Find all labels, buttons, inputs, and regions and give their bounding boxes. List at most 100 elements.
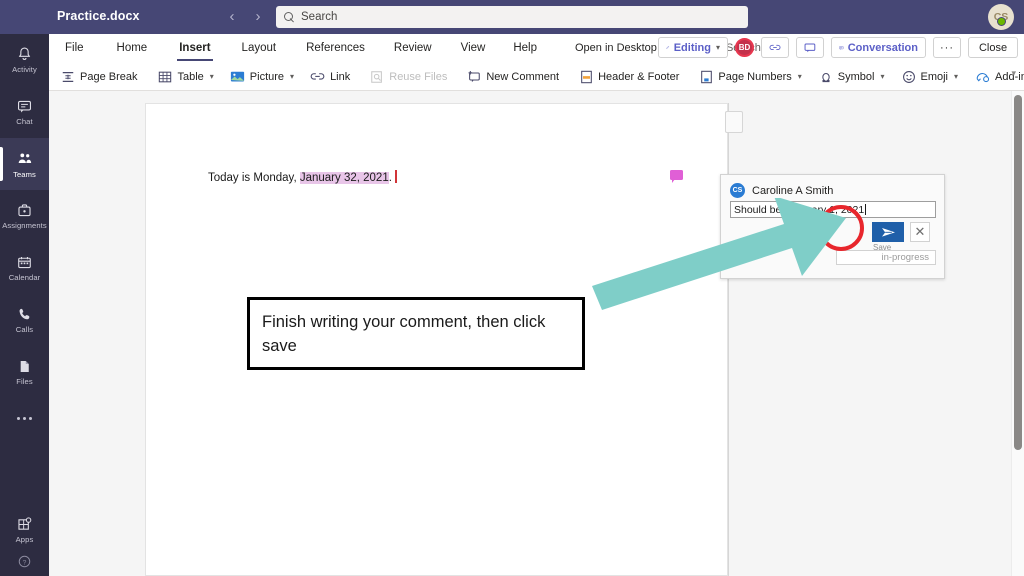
picture-icon [230,71,244,82]
avatar[interactable]: CS [988,4,1014,30]
coauthor-avatar[interactable]: BD [735,38,754,57]
page-numbers-label: Page Numbers [718,70,792,83]
tab-home[interactable]: Home [117,42,148,55]
emoji-button[interactable]: Emoji ▾ [902,70,959,84]
teams-icon [18,153,31,163]
table-button[interactable]: Table ▾ [158,70,214,84]
scrollbar-track[interactable] [1011,91,1024,576]
reuse-files-label: Reuse Files [389,70,448,83]
editing-label: Editing [673,41,711,54]
sidebar-more-options[interactable] [0,398,49,438]
global-search-input[interactable]: Search [276,6,748,28]
link-label: Link [330,70,351,83]
emoji-icon [902,70,915,83]
back-icon[interactable]: ‹ [225,8,239,25]
files-icon [20,360,29,373]
page-break-icon [62,71,74,82]
page-numbers-button[interactable]: Page Numbers ▾ [700,70,802,84]
forward-icon[interactable]: › [251,8,265,25]
tab-insert[interactable]: Insert [177,42,213,61]
sidebar-item-files[interactable]: Files [0,346,49,398]
conversation-icon [839,45,844,50]
symbol-button[interactable]: Symbol ▾ [819,70,885,84]
link-button[interactable]: Link [310,71,350,83]
chevron-down-icon: ▾ [954,72,959,81]
sidebar-item-label: Assignments [2,221,47,230]
sidebar-item-calls[interactable]: Calls [0,294,49,346]
sidebar-item-label: Chat [16,117,33,126]
sidebar-item-assignments[interactable]: Assignments [0,190,49,242]
save-comment-button[interactable] [872,222,904,242]
sidebar-item-label: Calls [15,325,34,334]
document-text-before: Today is Monday, [208,172,300,184]
coauthor-initials: BD [738,43,751,52]
assignments-icon [18,204,31,217]
reuse-files-icon [371,70,383,83]
sidebar-item-calendar[interactable]: Calendar [0,242,49,294]
sidebar-item-chat[interactable]: Chat [0,86,49,138]
search-placeholder: Search [301,11,338,23]
title-bar: Practice.docx ‹ › Search CS [0,0,1024,34]
document-paragraph[interactable]: Today is Monday, January 32, 2021. [208,170,397,184]
comment-icon [804,42,816,52]
reuse-files-button: Reuse Files [370,70,447,84]
header-footer-button[interactable]: Header & Footer [580,70,679,84]
help-icon: ? [18,555,31,568]
tab-file[interactable]: File [65,42,84,55]
sidebar-item-activity[interactable]: Activity [0,34,49,86]
comment-balloon-icon[interactable] [670,170,683,183]
tab-view[interactable]: View [461,42,486,55]
teams-word-window: Practice.docx ‹ › Search CS Activity [0,0,1024,576]
dot [29,416,32,420]
annotation-arrow [592,198,846,310]
ribbon-commands: Page Break Table ▾ Picture ▾ Link Reuse … [49,62,1024,91]
search-icon [284,11,295,23]
editing-mode-button[interactable]: Editing ▾ [658,37,728,58]
sidebar-item-teams[interactable]: Teams [0,138,49,190]
document-text-highlighted: January 32, 2021 [299,172,389,184]
header-footer-label: Header & Footer [598,70,680,83]
bell-icon [18,47,31,60]
comment-author-row: CS Caroline A Smith [730,183,833,198]
left-rail: Activity Chat Teams Assignments Calendar… [0,34,49,576]
tab-references[interactable]: References [306,42,365,55]
comments-pane-toggle-button[interactable] [725,111,743,133]
document-canvas: Today is Monday, January 32, 2021. CS Ca… [49,91,1024,576]
page-break-button[interactable]: Page Break [61,70,137,84]
avatar: CS [730,183,745,198]
avatar-initials: CS [732,187,743,194]
cancel-comment-button[interactable]: ✕ [910,222,930,242]
tab-help[interactable]: Help [513,42,537,55]
link-icon [769,44,781,50]
comment-status-text: in-progress [881,252,929,263]
header-footer-icon [581,70,592,83]
table-label: Table [177,70,204,83]
dot [23,416,26,420]
chevron-down-icon: ▾ [290,72,295,81]
sidebar-item-apps[interactable]: Apps [0,506,49,554]
dot [17,416,20,420]
text-cursor [865,204,867,215]
svg-text:?: ? [23,560,27,567]
sidebar-item-label: Apps [15,535,34,544]
picture-label: Picture [249,70,285,83]
sidebar-item-help[interactable]: ? [0,554,49,576]
rail-bottom-group: Apps ? [0,506,49,576]
text-cursor [394,170,397,183]
tab-review[interactable]: Review [394,42,432,55]
pencil-icon [666,45,670,49]
new-comment-button[interactable]: New Comment [467,70,559,84]
add-ins-icon [976,72,990,82]
picture-button[interactable]: Picture ▾ [230,70,294,83]
close-button[interactable]: Close [968,37,1018,58]
ribbon-more-button[interactable]: ··· [933,37,961,58]
collapse-ribbon-icon[interactable]: ▾ [1011,68,1016,79]
conversation-button[interactable]: Conversation [831,37,926,58]
tab-layout[interactable]: Layout [242,42,277,55]
comments-button[interactable] [796,37,824,58]
scrollbar-thumb[interactable] [1014,95,1022,450]
chevron-down-icon: ▾ [797,72,802,81]
add-ins-button[interactable]: Add-ins [975,70,1024,84]
send-icon [881,227,895,237]
share-link-button[interactable] [761,37,789,58]
